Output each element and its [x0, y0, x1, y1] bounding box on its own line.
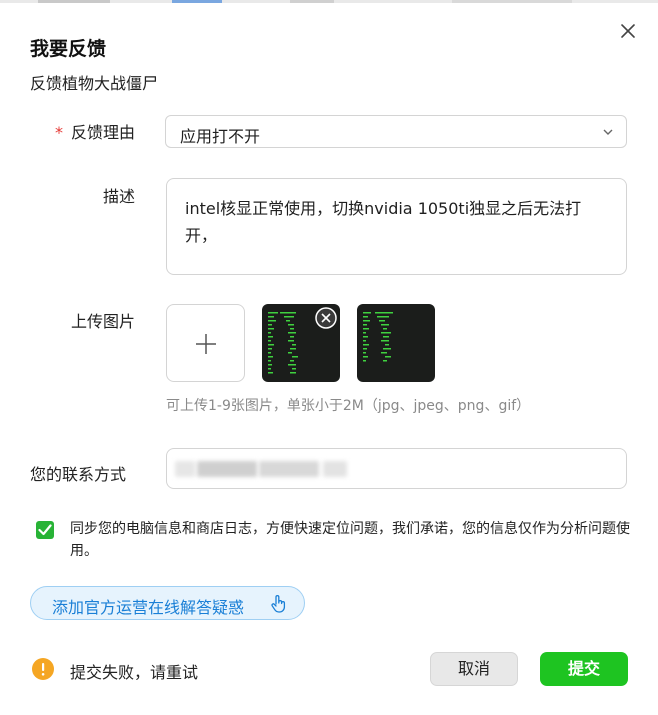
strip-segment — [452, 0, 572, 3]
reason-selected-value: 应用打不开 — [180, 127, 261, 146]
dialog-subtitle: 反馈植物大战僵尸 — [30, 74, 159, 93]
plus-icon — [196, 334, 216, 354]
close-button[interactable] — [617, 20, 639, 42]
contact-input[interactable] — [166, 448, 627, 489]
submit-button[interactable]: 提交 — [540, 652, 628, 686]
upload-label: 上传图片 — [70, 312, 135, 331]
contact-label: 您的联系方式 — [30, 465, 127, 484]
submit-error-message: 提交失败，请重试 — [70, 663, 199, 682]
reason-label: * 反馈理由 — [30, 119, 135, 143]
required-mark: * — [54, 123, 63, 142]
pointer-hand-icon — [271, 595, 286, 613]
online-support-label: 添加官方运营在线解答疑惑 — [52, 598, 245, 617]
consent-text: 同步您的电脑信息和商店日志，方便快速定位问题，我们承诺，您的信息仅作为分析问题使… — [70, 521, 630, 559]
reason-select[interactable]: 应用打不开 — [165, 115, 627, 148]
top-strip — [0, 0, 658, 3]
obscured-text — [197, 461, 257, 477]
warning-icon — [32, 658, 54, 680]
remove-image-button[interactable] — [315, 307, 337, 329]
dialog-title: 我要反馈 — [30, 38, 107, 60]
cancel-button[interactable]: 取消 — [430, 652, 518, 686]
uploaded-image-thumbnail[interactable] — [357, 304, 435, 382]
reason-label-text: 反馈理由 — [70, 123, 135, 142]
obscured-text — [175, 461, 195, 477]
close-icon — [621, 24, 635, 38]
upload-hint: 可上传1-9张图片，单张小于2M（jpg、jpeg、png、gif） — [166, 398, 531, 414]
chevron-down-icon — [603, 129, 613, 135]
add-image-button[interactable] — [166, 304, 245, 382]
online-support-button[interactable]: 添加官方运营在线解答疑惑 — [30, 586, 305, 620]
check-icon — [38, 524, 52, 536]
description-textarea[interactable]: intel核显正常使用，切换nvidia 1050ti独显之后无法打开， — [166, 178, 627, 275]
strip-segment — [38, 0, 110, 3]
consent-checkbox[interactable] — [36, 521, 54, 539]
obscured-text — [259, 461, 319, 477]
strip-segment — [172, 0, 222, 3]
obscured-text — [323, 461, 347, 477]
close-circle-icon — [315, 307, 337, 329]
description-label: 描述 — [102, 187, 135, 206]
terminal-screenshot-icon — [363, 312, 393, 362]
strip-segment — [290, 0, 334, 3]
